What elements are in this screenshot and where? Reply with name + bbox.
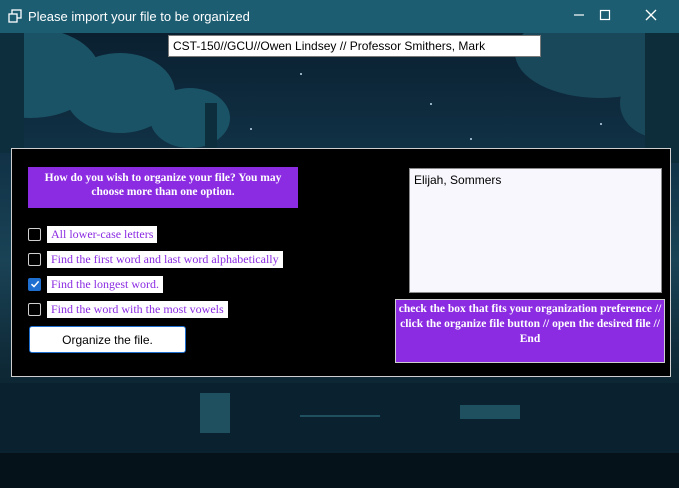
checkbox-lowercase[interactable]: [28, 228, 41, 241]
option-lowercase[interactable]: All lower-case letters: [28, 226, 158, 243]
maximize-button[interactable]: [582, 0, 628, 33]
title-bar[interactable]: Please import your file to be organized: [0, 0, 679, 33]
instructions-label: check the box that fits your organizatio…: [395, 299, 665, 363]
window-title: Please import your file to be organized: [28, 9, 250, 24]
output-textbox[interactable]: Elijah, Sommers: [409, 168, 662, 293]
maximize-icon: [599, 8, 611, 26]
app-window-icon: [8, 9, 22, 23]
close-button[interactable]: [628, 0, 674, 33]
option-first-last-word[interactable]: Find the first word and last word alphab…: [28, 251, 283, 268]
option-label-longest-word: Find the longest word.: [47, 276, 163, 293]
option-longest-word[interactable]: Find the longest word.: [28, 276, 163, 293]
checkbox-first-last-word[interactable]: [28, 253, 41, 266]
option-label-first-last-word: Find the first word and last word alphab…: [47, 251, 283, 268]
output-text: Elijah, Sommers: [414, 173, 502, 187]
close-icon: [645, 8, 657, 26]
organize-file-button[interactable]: Organize the file.: [29, 326, 186, 353]
checkbox-longest-word[interactable]: [28, 278, 41, 291]
course-info-field[interactable]: [168, 35, 541, 57]
option-label-lowercase: All lower-case letters: [47, 226, 158, 243]
option-label-most-vowels: Find the word with the most vowels: [47, 301, 228, 318]
option-most-vowels[interactable]: Find the word with the most vowels: [28, 301, 228, 318]
checkbox-most-vowels[interactable]: [28, 303, 41, 316]
checkmark-icon: [30, 276, 40, 294]
question-label: How do you wish to organize your file? Y…: [28, 167, 298, 208]
